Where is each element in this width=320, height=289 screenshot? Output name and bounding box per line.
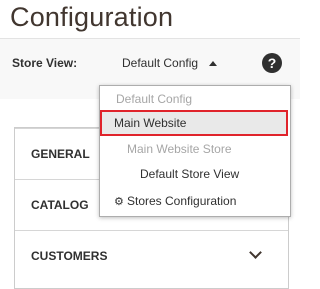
dropdown-item-default-config: Default Config [116,92,193,106]
gear-icon: ⚙ [114,196,124,208]
help-icon[interactable]: ? [262,53,282,73]
dropdown-item-main-website-store: Main Website Store [127,142,232,156]
page-title: Configuration [10,2,174,32]
dropdown-item-main-website[interactable]: Main Website [100,110,288,136]
dropdown-item-stores-configuration[interactable]: ⚙ Stores Configuration [100,190,290,212]
store-view-dropdown-toggle[interactable]: Default Config [122,56,198,70]
chevron-down-icon[interactable] [249,246,262,259]
store-view-label: Store View: [12,56,78,70]
dropdown-item-default-store-view[interactable]: Default Store View [100,163,290,185]
section-label: GENERAL [31,147,90,161]
store-view-dropdown-menu: Default Config Main Website Main Website… [99,85,291,217]
section-label: CATALOG [31,198,89,212]
caret-up-icon[interactable] [209,61,217,66]
section-label: CUSTOMERS [31,249,108,263]
section-customers[interactable]: CUSTOMERS [15,230,288,281]
